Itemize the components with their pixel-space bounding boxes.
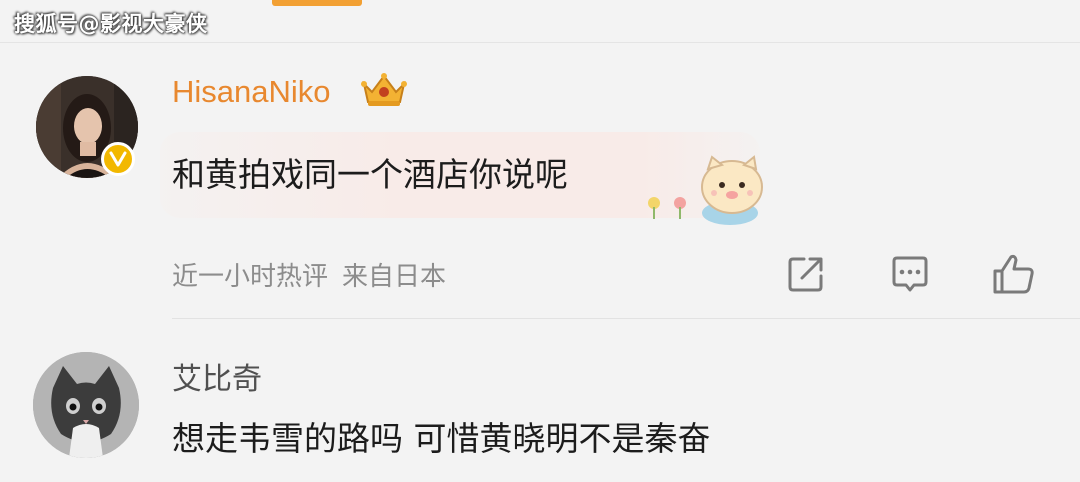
cat-sticker-icon — [640, 155, 765, 227]
comment-divider — [172, 318, 1080, 319]
comment-text: 想走韦雪的路吗 可惜黄晓明不是秦奋 — [172, 419, 711, 458]
crown-icon — [358, 70, 410, 110]
comment-username[interactable]: 艾比奇 — [172, 354, 262, 398]
verified-badge-icon — [101, 142, 135, 176]
comment-button[interactable] — [888, 252, 932, 296]
comment-text: 和黄拍戏同一个酒店你说呢 — [172, 155, 568, 194]
top-divider — [0, 42, 1080, 43]
thumbs-up-icon — [993, 254, 1034, 294]
share-button[interactable] — [784, 252, 828, 296]
comment-location: 来自日本 — [342, 262, 447, 292]
avatar[interactable] — [33, 352, 139, 458]
like-button[interactable] — [990, 252, 1034, 296]
comment-username[interactable]: HisanaNiko — [172, 74, 331, 110]
comment-icon — [892, 256, 928, 292]
comment-meta: 近一小时热评 来自日本 — [172, 256, 446, 293]
share-icon — [788, 257, 823, 292]
active-tab-indicator — [272, 0, 362, 6]
comment-time: 近一小时热评 — [172, 262, 329, 292]
watermark: 搜狐号@影视大豪侠 — [14, 12, 208, 36]
